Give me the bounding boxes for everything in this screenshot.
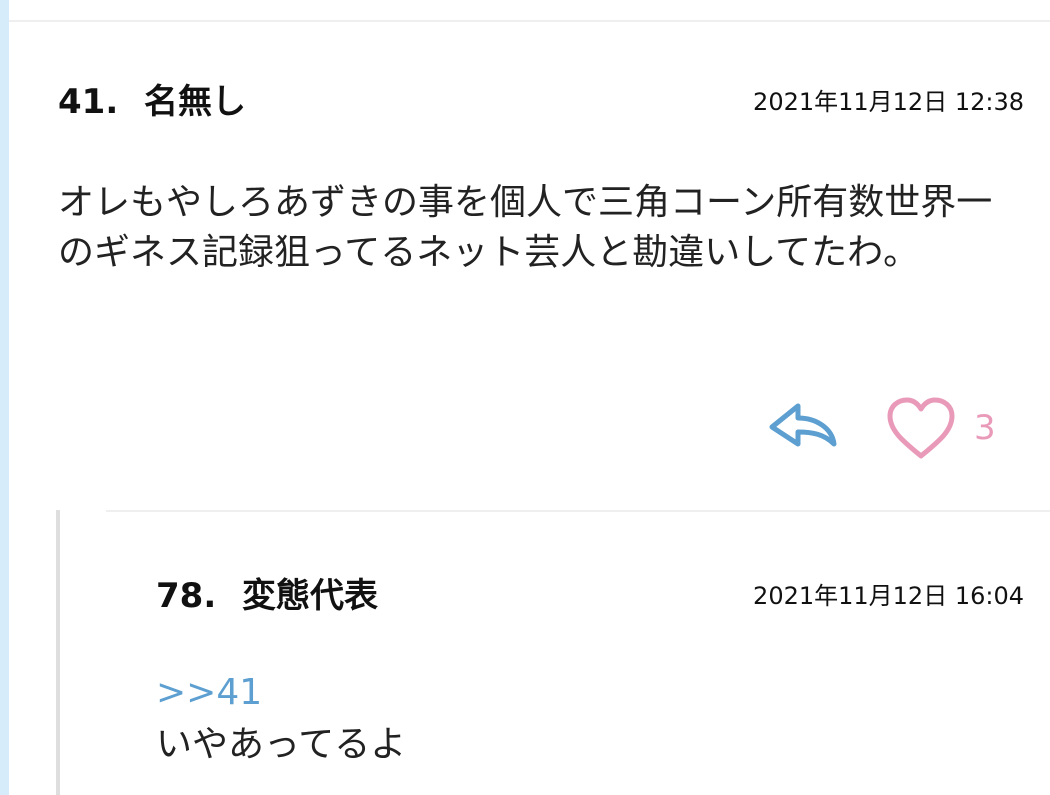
reply-button[interactable]	[764, 398, 838, 456]
top-divider	[9, 20, 1050, 22]
comment-number: 41.	[58, 82, 119, 122]
reply-number: 78.	[156, 576, 217, 616]
comment-body: オレもやしろあずきの事を個人で三角コーン所有数世界一のギネス記録狙ってるネット芸…	[58, 182, 993, 273]
comment-author-name: 名無し	[144, 82, 246, 122]
reply-author-name: 変態代表	[242, 576, 378, 616]
reply-body: いやあってるよ	[156, 724, 407, 765]
heart-icon	[887, 397, 955, 459]
like-button[interactable]	[886, 396, 956, 462]
reply-thread: 78. 変態代表 2021年11月12日 16:04 >>41 いやあってるよ	[56, 510, 1050, 795]
reply-divider	[106, 510, 1050, 512]
comment-actions: 3	[764, 396, 1024, 466]
reply-anchor-link[interactable]: >>41	[156, 670, 262, 716]
reply-arrow-icon	[769, 403, 837, 447]
comment-header: 41. 名無し 2021年11月12日 12:38	[58, 78, 1024, 126]
reply-timestamp: 2021年11月12日 16:04	[753, 582, 1024, 610]
like-count: 3	[974, 408, 996, 448]
reply-header: 78. 変態代表 2021年11月12日 16:04	[156, 572, 1024, 620]
thread-line	[56, 510, 60, 795]
comment-timestamp: 2021年11月12日 12:38	[753, 88, 1024, 116]
left-rail	[0, 0, 9, 795]
